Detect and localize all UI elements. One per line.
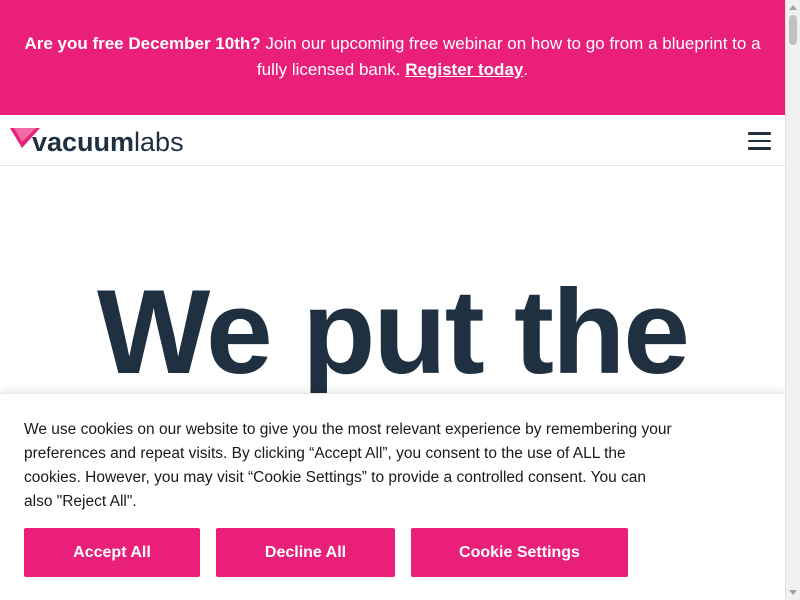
announcement-trailing: . xyxy=(523,60,529,79)
site-header: vacuumlabs xyxy=(0,115,785,166)
announcement-bar: Are you free December 10th? Join our upc… xyxy=(0,0,785,115)
decline-all-button[interactable]: Decline All xyxy=(216,528,395,577)
page: Are you free December 10th? Join our upc… xyxy=(0,0,785,600)
accept-all-button[interactable]: Accept All xyxy=(24,528,200,577)
cookie-consent-banner: We use cookies on our website to give yo… xyxy=(0,393,785,600)
announcement-lead: Are you free December 10th? xyxy=(24,34,261,53)
browser-viewport: Are you free December 10th? Join our upc… xyxy=(0,0,800,600)
hero-title: We put the xyxy=(96,265,690,399)
logo-mark-icon xyxy=(10,128,40,148)
cookie-message: We use cookies on our website to give yo… xyxy=(24,421,672,510)
scroll-up-arrow-icon[interactable] xyxy=(786,1,800,15)
vacuumlabs-logo[interactable]: vacuumlabs xyxy=(10,125,184,157)
vertical-scrollbar[interactable] xyxy=(785,0,800,600)
scrollbar-thumb[interactable] xyxy=(789,15,797,45)
logo-wordmark-strong: vacuum xyxy=(32,127,135,157)
logo-wordmark: vacuumlabs xyxy=(32,127,184,157)
announcement-text: Are you free December 10th? Join our upc… xyxy=(20,31,765,83)
register-today-link[interactable]: Register today xyxy=(405,60,523,79)
hamburger-menu-icon[interactable] xyxy=(748,132,771,150)
scroll-down-arrow-icon[interactable] xyxy=(786,585,800,599)
cookie-settings-button[interactable]: Cookie Settings xyxy=(411,528,628,577)
logo-wordmark-light: labs xyxy=(134,127,184,157)
